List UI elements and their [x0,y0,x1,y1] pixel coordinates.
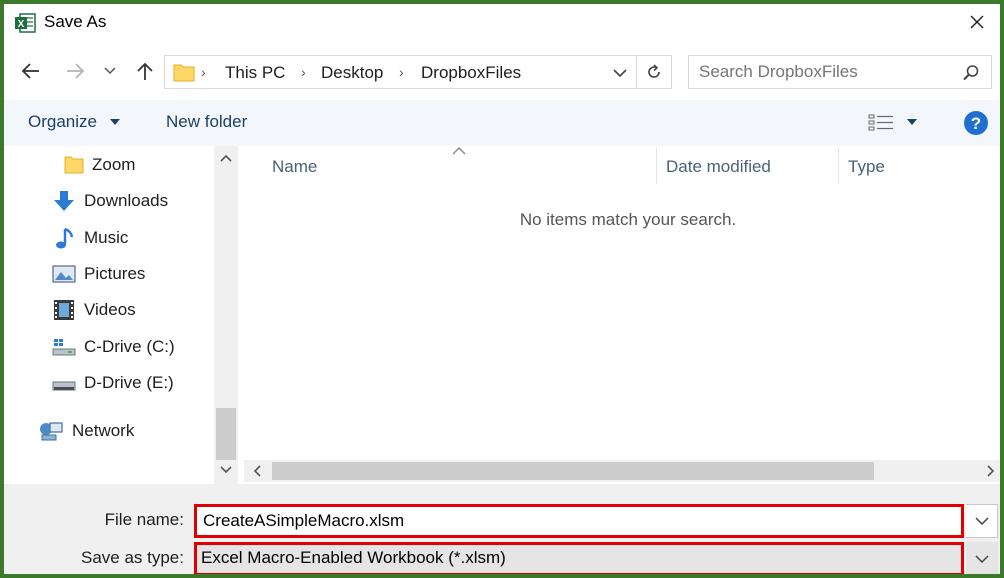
search-input[interactable] [688,55,992,89]
nav-scrollbar[interactable] [214,146,238,484]
file-list: Name Date modified Type No items match y… [244,146,1000,484]
scroll-left-button[interactable] [248,462,266,480]
drive-icon [52,381,76,391]
save-type-dropdown-button[interactable] [966,542,998,574]
save-as-dialog: X Save As › This PC › Desktop › DropboxF… [0,0,1004,578]
back-button[interactable] [16,56,46,86]
nav-item-music[interactable]: Music [52,223,128,253]
nav-item-network[interactable]: Network [38,416,134,446]
navigation-row: › This PC › Desktop › DropboxFiles [4,52,1000,92]
chevron-down-icon [104,67,116,75]
svg-text:?: ? [971,114,981,133]
search-icon [963,65,979,81]
refresh-icon [648,64,660,78]
address-bar[interactable]: › This PC › Desktop › DropboxFiles [164,55,672,89]
nav-item-c-drive[interactable]: C-Drive (C:) [52,332,175,362]
address-dropdown-button[interactable] [609,62,631,84]
file-name-label: File name: [104,510,184,529]
nav-item-label: Network [72,421,135,440]
breadcrumb-desktop[interactable]: Desktop [321,63,383,83]
save-type-select[interactable]: Excel Macro-Enabled Workbook (*.xlsm) [194,542,964,574]
folder-icon [173,64,195,82]
scroll-up-button[interactable] [214,148,238,168]
empty-message: No items match your search. [519,210,737,229]
caret-down-icon[interactable] [907,119,917,127]
horizontal-scrollbar[interactable] [244,460,1000,482]
breadcrumb-dropboxfiles[interactable]: DropboxFiles [421,63,521,83]
arrow-up-icon [137,62,153,80]
column-header-type[interactable]: Type [840,148,1000,186]
chevron-right-icon [987,465,995,477]
forward-button[interactable] [60,56,90,86]
nav-item-label: Zoom [92,155,136,174]
new-folder-button[interactable]: New folder [166,112,247,132]
refresh-button[interactable] [641,60,667,84]
navigation-pane: Zoom Downloads Music Pictures Videos C-D… [4,146,240,484]
scroll-thumb[interactable] [272,462,874,480]
title-bar: X Save As [4,4,1000,42]
nav-item-pictures[interactable]: Pictures [52,259,145,289]
scroll-down-button[interactable] [214,460,238,480]
nav-item-label: Videos [84,300,136,319]
nav-item-label: Pictures [84,264,146,283]
download-icon [54,191,74,211]
breadcrumb-separator-icon: › [201,64,206,80]
window-title: Save As [44,12,107,31]
address-divider [636,56,637,88]
chevron-down-icon [974,517,989,525]
view-options-icon[interactable] [868,114,894,132]
breadcrumb-this-pc[interactable]: This PC [225,63,285,83]
music-icon [56,227,74,249]
arrow-left-icon [21,63,39,79]
nav-item-label: D-Drive (E:) [84,373,174,392]
pictures-icon [52,265,76,283]
nav-item-label: Downloads [84,191,169,210]
chevron-down-icon [613,69,627,77]
nav-item-d-drive[interactable]: D-Drive (E:) [52,368,174,398]
nav-item-label: Music [84,228,129,247]
chevron-down-icon [975,555,989,563]
excel-icon: X [15,13,36,33]
network-icon [40,422,63,441]
chevron-up-icon [220,154,232,162]
breadcrumb-separator-icon: › [399,64,404,80]
scroll-right-button[interactable] [982,462,1000,480]
nav-item-label: C-Drive (C:) [84,337,175,356]
nav-item-zoom[interactable]: Zoom [64,150,135,180]
chevron-down-icon [220,466,232,474]
nav-item-videos[interactable]: Videos [52,295,136,325]
column-divider[interactable] [656,148,657,184]
column-header-name[interactable]: Name [264,148,656,186]
caret-down-icon [110,119,120,125]
organize-button[interactable]: Organize [28,112,97,132]
videos-icon [54,300,74,320]
recent-locations-button[interactable] [98,56,122,86]
help-icon[interactable]: ? [963,110,989,136]
close-button[interactable] [954,4,1000,40]
file-name-dropdown-button[interactable] [966,504,998,538]
save-options-panel: File name: Save as type: Excel Macro-Ena… [4,484,1000,574]
folder-icon [64,156,84,174]
nav-item-downloads[interactable]: Downloads [52,186,168,216]
arrow-right-icon [67,63,85,79]
chevron-left-icon [253,465,261,477]
column-divider[interactable] [838,148,839,184]
column-header-date-modified[interactable]: Date modified [658,148,838,186]
file-name-input[interactable] [194,504,964,538]
breadcrumb-separator-icon: › [301,64,306,80]
scroll-thumb[interactable] [216,408,236,460]
drive-icon [52,339,76,356]
command-bar: Organize New folder ? [4,100,1000,146]
save-type-label: Save as type: [80,548,184,567]
up-button[interactable] [130,56,160,86]
close-icon [970,15,984,29]
svg-text:X: X [18,19,25,30]
